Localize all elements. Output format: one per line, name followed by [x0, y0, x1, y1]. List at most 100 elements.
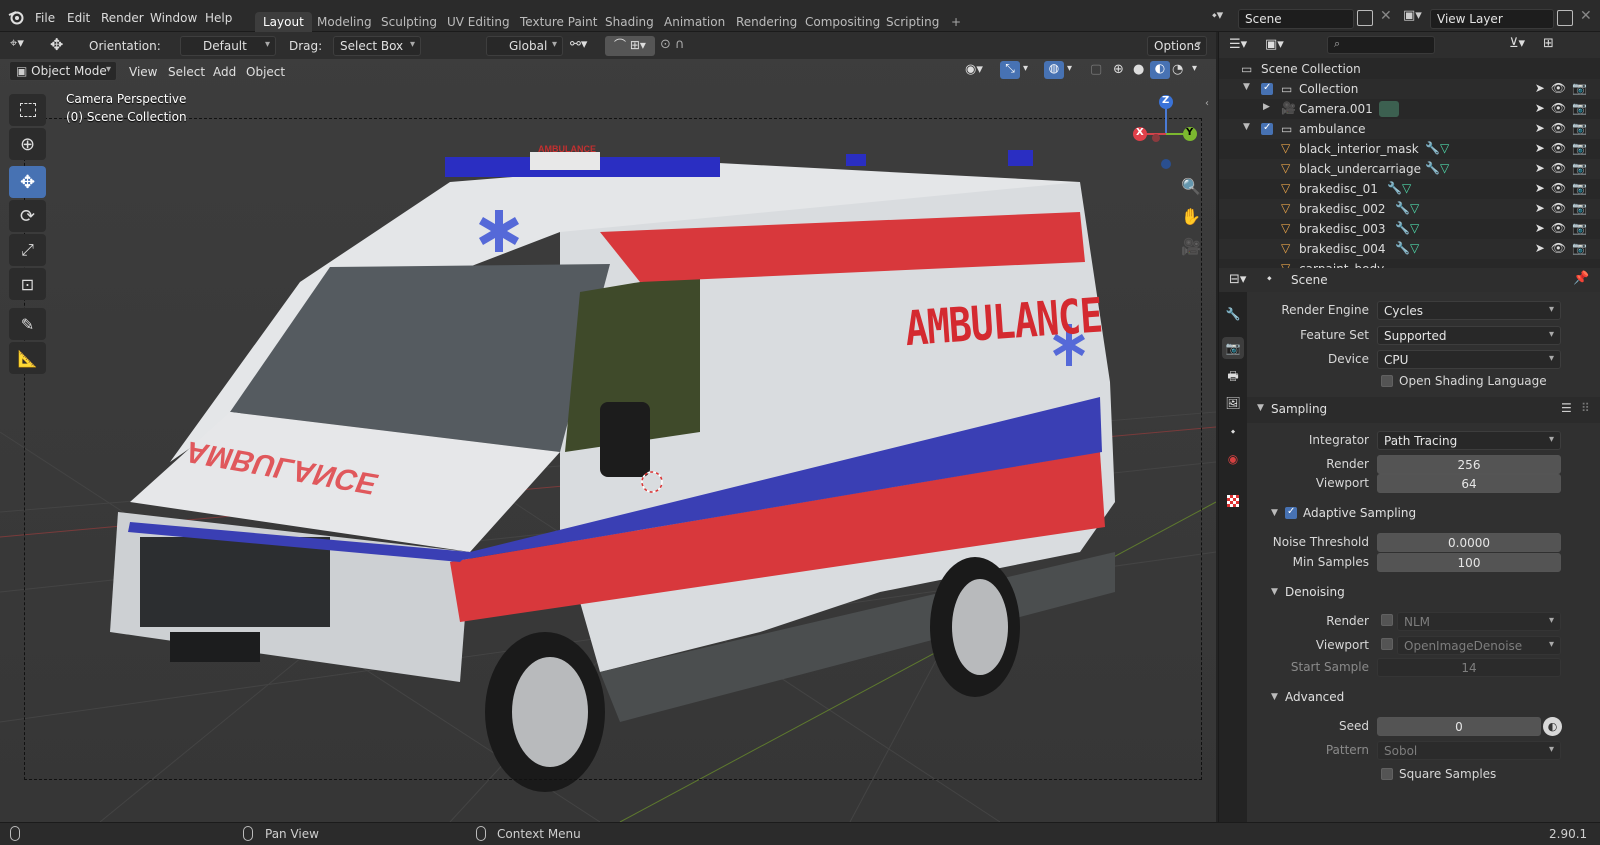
gizmo-icon[interactable]: ⤡	[1000, 61, 1020, 79]
tab-texture-paint[interactable]: Texture Paint	[512, 12, 605, 33]
outliner-row[interactable]: ▽ brakedisc_004 🔧▽ ➤👁📷	[1219, 239, 1600, 259]
integrator-dropdown[interactable]: Path Tracing ▾	[1377, 431, 1561, 450]
presets-icon[interactable]: ☰	[1561, 401, 1572, 415]
tab-shading[interactable]: Shading	[597, 12, 662, 33]
row-toggles-icon[interactable]: ➤👁📷	[1535, 101, 1593, 115]
feature-set-dropdown[interactable]: Supported ▾	[1377, 326, 1561, 345]
seed-field[interactable]: 0	[1377, 717, 1541, 736]
collapse-arrow-icon[interactable]: ▼	[1271, 508, 1278, 518]
view-layer-name-field[interactable]: View Layer	[1430, 9, 1554, 29]
filter-icon[interactable]: ⊻▾	[1509, 36, 1525, 51]
outliner-row[interactable]: ▽ black_interior_mask 🔧▽ ➤👁📷	[1219, 139, 1600, 159]
render-samples-field[interactable]: 256	[1377, 455, 1561, 474]
adaptive-sampling-checkbox[interactable]	[1285, 506, 1297, 519]
outliner-row[interactable]: ▽ black_undercarriage 🔧▽ ➤👁📷	[1219, 159, 1600, 179]
overlays-dropdown-icon[interactable]: ▾	[1067, 63, 1072, 74]
menu-render[interactable]: Render	[101, 11, 144, 25]
row-toggles-icon[interactable]: ➤👁📷	[1535, 141, 1593, 155]
pattern-dropdown[interactable]: Sobol ▾	[1377, 741, 1561, 760]
row-toggles-icon[interactable]: ➤👁📷	[1535, 81, 1593, 95]
tab-layout[interactable]: Layout	[255, 12, 312, 33]
tool-icon[interactable]: ⌖▾	[10, 36, 24, 51]
editor-type-icon[interactable]: ☰▾	[1229, 37, 1247, 52]
pan-button[interactable]: ✋	[1177, 202, 1205, 230]
device-dropdown[interactable]: CPU ▾	[1377, 350, 1561, 369]
select-box-tool[interactable]	[9, 94, 46, 126]
mode-dropdown[interactable]: ▣ Object Mode ▾	[9, 61, 117, 81]
solid-shading-icon[interactable]: ●	[1133, 62, 1144, 77]
remove-scene-icon[interactable]: ✕	[1380, 8, 1392, 24]
outliner-search-input[interactable]: ⌕	[1327, 36, 1435, 54]
menu-help[interactable]: Help	[205, 11, 232, 25]
collapse-arrow-icon[interactable]: ▼	[1271, 587, 1278, 597]
menu-view[interactable]: View	[129, 65, 157, 79]
row-toggles-icon[interactable]: ➤👁📷	[1535, 201, 1593, 215]
new-scene-icon[interactable]	[1357, 10, 1373, 26]
3d-viewport[interactable]: AMBULANCE AMBULANCE AMBULANCE ⌖▾ ✥ Orien…	[0, 32, 1216, 822]
expand-arrow-icon[interactable]: ▼	[1243, 122, 1250, 132]
transform-tool[interactable]: ⊡	[9, 268, 46, 300]
visibility-icon[interactable]: ◉▾	[965, 62, 983, 77]
outliner-row[interactable]: ▽ brakedisc_01 🔧▽ ➤👁📷	[1219, 179, 1600, 199]
display-mode-icon[interactable]: ▣▾	[1265, 37, 1284, 52]
outliner-row[interactable]: ▼ ▭ Collection ➤👁📷	[1219, 79, 1600, 99]
random-seed-icon[interactable]: ◐	[1543, 717, 1562, 736]
drag-handle-icon[interactable]: ⠿	[1581, 401, 1590, 415]
expand-arrow-icon[interactable]: ▼	[1243, 82, 1250, 92]
snap-icon[interactable]: ⌒ ⊞▾	[605, 36, 655, 56]
min-samples-field[interactable]: 100	[1377, 553, 1561, 572]
menu-file[interactable]: File	[35, 11, 55, 25]
tab-world[interactable]: ◉	[1222, 448, 1244, 470]
tab-scene[interactable]: ⬩	[1222, 420, 1244, 442]
scale-tool[interactable]: ⤢	[9, 234, 46, 266]
tab-modeling[interactable]: Modeling	[309, 12, 380, 33]
measure-tool[interactable]: 📐	[9, 342, 46, 374]
denoise-viewport-dropdown[interactable]: OpenImageDenoise ▾	[1397, 636, 1561, 655]
annotate-tool[interactable]: ✎	[9, 308, 46, 340]
transform-orientation-dropdown[interactable]: Global ▾	[486, 36, 563, 56]
pin-icon[interactable]: 📌	[1573, 271, 1589, 286]
zoom-button[interactable]: 🔍	[1177, 172, 1205, 200]
render-engine-dropdown[interactable]: Cycles ▾	[1377, 301, 1561, 320]
exclude-checkbox[interactable]	[1261, 82, 1273, 95]
row-toggles-icon[interactable]: ➤👁📷	[1535, 121, 1593, 135]
add-workspace-button[interactable]: +	[943, 12, 969, 33]
menu-add[interactable]: Add	[213, 65, 236, 79]
sampling-panel-header[interactable]: ▼ Sampling ☰ ⠿	[1247, 397, 1600, 423]
proportional-editing-icon[interactable]: ⊙ ∩	[660, 37, 685, 52]
options-dropdown[interactable]: Options ▾	[1147, 36, 1207, 56]
tab-texture[interactable]	[1222, 490, 1244, 512]
viewport-samples-field[interactable]: 64	[1377, 474, 1561, 493]
orientation-dropdown[interactable]: Default ▾	[180, 36, 276, 56]
denoise-render-checkbox[interactable]	[1381, 614, 1393, 626]
camera-view-button[interactable]: 🎥	[1177, 232, 1205, 260]
tab-sculpting[interactable]: Sculpting	[373, 12, 445, 33]
outliner-row[interactable]: ▽ brakedisc_002 🔧▽ ➤👁📷	[1219, 199, 1600, 219]
rotate-tool[interactable]: ⟳	[9, 200, 46, 232]
outliner-row[interactable]: ▽ carpaint_body	[1219, 259, 1600, 268]
tab-view-layer[interactable]: 🖼	[1222, 392, 1244, 414]
square-samples-checkbox[interactable]	[1381, 768, 1393, 780]
row-toggles-icon[interactable]: ➤👁📷	[1535, 161, 1593, 175]
row-toggles-icon[interactable]: ➤👁📷	[1535, 181, 1593, 195]
collapse-sidebar-icon[interactable]: ‹	[1205, 98, 1209, 109]
scene-selector-icon[interactable]: ⬩▾	[1212, 8, 1236, 28]
menu-window[interactable]: Window	[150, 11, 197, 25]
tab-uv-editing[interactable]: UV Editing	[439, 12, 518, 33]
start-sample-field[interactable]: 14	[1377, 658, 1561, 677]
outliner-root-row[interactable]: ▭ Scene Collection	[1219, 59, 1600, 79]
tab-animation[interactable]: Animation	[656, 12, 733, 33]
expand-arrow-icon[interactable]: ▶	[1263, 102, 1270, 112]
rendered-shading-icon[interactable]: ◔	[1172, 62, 1183, 77]
menu-edit[interactable]: Edit	[67, 11, 90, 25]
new-view-layer-icon[interactable]	[1557, 10, 1573, 26]
outliner-row[interactable]: ▽ brakedisc_003 🔧▽ ➤👁📷	[1219, 219, 1600, 239]
noise-threshold-field[interactable]: 0.0000	[1377, 533, 1561, 552]
tab-scripting[interactable]: Scripting	[878, 12, 947, 33]
material-shading-icon[interactable]: ◐	[1150, 61, 1170, 79]
collapse-arrow-icon[interactable]: ▼	[1271, 692, 1278, 702]
blender-logo-icon[interactable]	[8, 9, 24, 25]
editor-type-icon[interactable]: ⊟▾	[1229, 272, 1246, 287]
new-collection-icon[interactable]: ⊞	[1543, 36, 1554, 51]
denoise-viewport-checkbox[interactable]	[1381, 638, 1393, 650]
